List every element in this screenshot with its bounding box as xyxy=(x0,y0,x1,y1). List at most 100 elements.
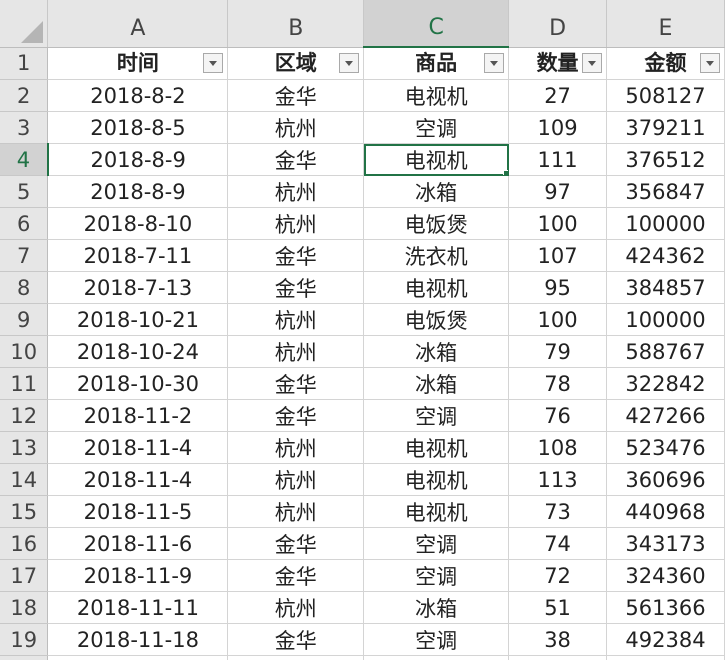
cell-amount[interactable]: 440968 xyxy=(606,495,725,528)
cell-quantity[interactable] xyxy=(508,655,608,660)
header-cell-amount[interactable]: 金额 xyxy=(606,47,725,80)
row-header[interactable]: 19 xyxy=(0,623,49,656)
cell-date[interactable]: 2018-10-24 xyxy=(47,335,229,368)
cell-product[interactable]: 电视机 xyxy=(363,431,510,464)
row-header[interactable]: 14 xyxy=(0,463,49,496)
cell-region[interactable]: 杭州 xyxy=(227,303,365,336)
cell-quantity[interactable]: 113 xyxy=(508,463,608,496)
cell-amount[interactable] xyxy=(606,655,725,660)
cell-region[interactable]: 杭州 xyxy=(227,591,365,624)
cell-amount[interactable]: 100000 xyxy=(606,303,725,336)
cell-amount[interactable]: 492384 xyxy=(606,623,725,656)
cell-date[interactable]: 2018-7-13 xyxy=(47,271,229,304)
cell-quantity[interactable]: 111 xyxy=(508,143,608,176)
cell-quantity[interactable]: 76 xyxy=(508,399,608,432)
cell-amount[interactable]: 424362 xyxy=(606,239,725,272)
header-cell-product[interactable]: 商品 xyxy=(363,47,510,80)
cell-quantity[interactable]: 73 xyxy=(508,495,608,528)
row-header[interactable]: 15 xyxy=(0,495,49,528)
row-header[interactable]: 16 xyxy=(0,527,49,560)
cell-product[interactable]: 空调 xyxy=(363,111,510,144)
header-cell-quantity[interactable]: 数量 xyxy=(508,47,608,80)
column-header-e[interactable]: E xyxy=(606,0,725,48)
cell-date[interactable]: 2018-11-4 xyxy=(47,431,229,464)
cell-date[interactable]: 2018-7-11 xyxy=(47,239,229,272)
cell-product[interactable] xyxy=(363,655,510,660)
filter-dropdown-icon[interactable] xyxy=(582,52,603,73)
cell-amount[interactable]: 588767 xyxy=(606,335,725,368)
cell-date[interactable]: 2018-8-10 xyxy=(47,207,229,240)
row-header[interactable]: 4 xyxy=(0,143,49,176)
cell-region[interactable]: 金华 xyxy=(227,367,365,400)
cell-date[interactable]: 2018-11-6 xyxy=(47,527,229,560)
cell-product[interactable]: 电视机 xyxy=(363,271,510,304)
cell-date[interactable]: 2018-11-4 xyxy=(47,463,229,496)
cell-region[interactable]: 杭州 xyxy=(227,463,365,496)
cell-amount[interactable]: 376512 xyxy=(606,143,725,176)
cell-quantity[interactable]: 109 xyxy=(508,111,608,144)
spreadsheet-grid[interactable]: A B C D E 1 时间 区域 商品 数量 金额 2 2018-8-2 金华 电视… xyxy=(0,0,725,660)
cell-amount[interactable]: 379211 xyxy=(606,111,725,144)
cell-quantity[interactable]: 107 xyxy=(508,239,608,272)
cell-quantity[interactable]: 108 xyxy=(508,431,608,464)
cell-product[interactable]: 冰箱 xyxy=(363,591,510,624)
row-header[interactable]: 1 xyxy=(0,47,49,80)
cell-amount[interactable]: 356847 xyxy=(606,175,725,208)
cell-region[interactable]: 金华 xyxy=(227,79,365,112)
row-header[interactable]: 20 xyxy=(0,655,49,660)
fill-handle[interactable] xyxy=(503,170,508,175)
cell-product[interactable]: 冰箱 xyxy=(363,335,510,368)
cell-amount[interactable]: 384857 xyxy=(606,271,725,304)
row-header[interactable]: 9 xyxy=(0,303,49,336)
row-header[interactable]: 11 xyxy=(0,367,49,400)
cell-quantity[interactable]: 38 xyxy=(508,623,608,656)
row-header[interactable]: 10 xyxy=(0,335,49,368)
cell-date[interactable]: 2018-10-21 xyxy=(47,303,229,336)
select-all-corner[interactable] xyxy=(0,0,49,48)
cell-region[interactable]: 金华 xyxy=(227,527,365,560)
cell-quantity[interactable]: 74 xyxy=(508,527,608,560)
cell-region[interactable]: 杭州 xyxy=(227,335,365,368)
cell-product[interactable]: 冰箱 xyxy=(363,367,510,400)
cell-quantity[interactable]: 95 xyxy=(508,271,608,304)
cell-region[interactable]: 杭州 xyxy=(227,207,365,240)
cell-quantity[interactable]: 100 xyxy=(508,207,608,240)
cell-date[interactable]: 2018-11-2 xyxy=(47,399,229,432)
cell-region[interactable]: 金华 xyxy=(227,271,365,304)
cell-quantity[interactable]: 97 xyxy=(508,175,608,208)
cell-product[interactable]: 电视机 xyxy=(363,495,510,528)
cell-region[interactable]: 杭州 xyxy=(227,111,365,144)
cell-product[interactable]: 空调 xyxy=(363,399,510,432)
cell-amount[interactable]: 427266 xyxy=(606,399,725,432)
row-header[interactable]: 3 xyxy=(0,111,49,144)
cell-date[interactable]: 2018-11-18 xyxy=(47,623,229,656)
cell-quantity[interactable]: 79 xyxy=(508,335,608,368)
cell-product[interactable]: 电视机 xyxy=(363,463,510,496)
cell-region[interactable]: 金华 xyxy=(227,559,365,592)
cell-amount[interactable]: 508127 xyxy=(606,79,725,112)
cell-region[interactable]: 金华 xyxy=(227,239,365,272)
row-header[interactable]: 7 xyxy=(0,239,49,272)
cell-product[interactable]: 电视机 xyxy=(363,143,510,176)
cell-date[interactable]: 2018-10-30 xyxy=(47,367,229,400)
column-header-d[interactable]: D xyxy=(508,0,608,48)
filter-dropdown-icon[interactable] xyxy=(700,52,720,73)
cell-region[interactable]: 金华 xyxy=(227,143,365,176)
cell-region[interactable] xyxy=(227,655,365,660)
cell-product[interactable]: 洗衣机 xyxy=(363,239,510,272)
cell-region[interactable]: 杭州 xyxy=(227,431,365,464)
cell-product[interactable]: 电视机 xyxy=(363,79,510,112)
cell-quantity[interactable]: 100 xyxy=(508,303,608,336)
cell-quantity[interactable]: 72 xyxy=(508,559,608,592)
row-header[interactable]: 13 xyxy=(0,431,49,464)
cell-date[interactable] xyxy=(47,655,229,660)
cell-date[interactable]: 2018-11-5 xyxy=(47,495,229,528)
cell-region[interactable]: 杭州 xyxy=(227,175,365,208)
cell-product[interactable]: 空调 xyxy=(363,623,510,656)
cell-quantity[interactable]: 78 xyxy=(508,367,608,400)
cell-amount[interactable]: 523476 xyxy=(606,431,725,464)
row-header[interactable]: 8 xyxy=(0,271,49,304)
cell-product[interactable]: 电饭煲 xyxy=(363,303,510,336)
filter-dropdown-icon[interactable] xyxy=(339,52,360,73)
cell-quantity[interactable]: 51 xyxy=(508,591,608,624)
